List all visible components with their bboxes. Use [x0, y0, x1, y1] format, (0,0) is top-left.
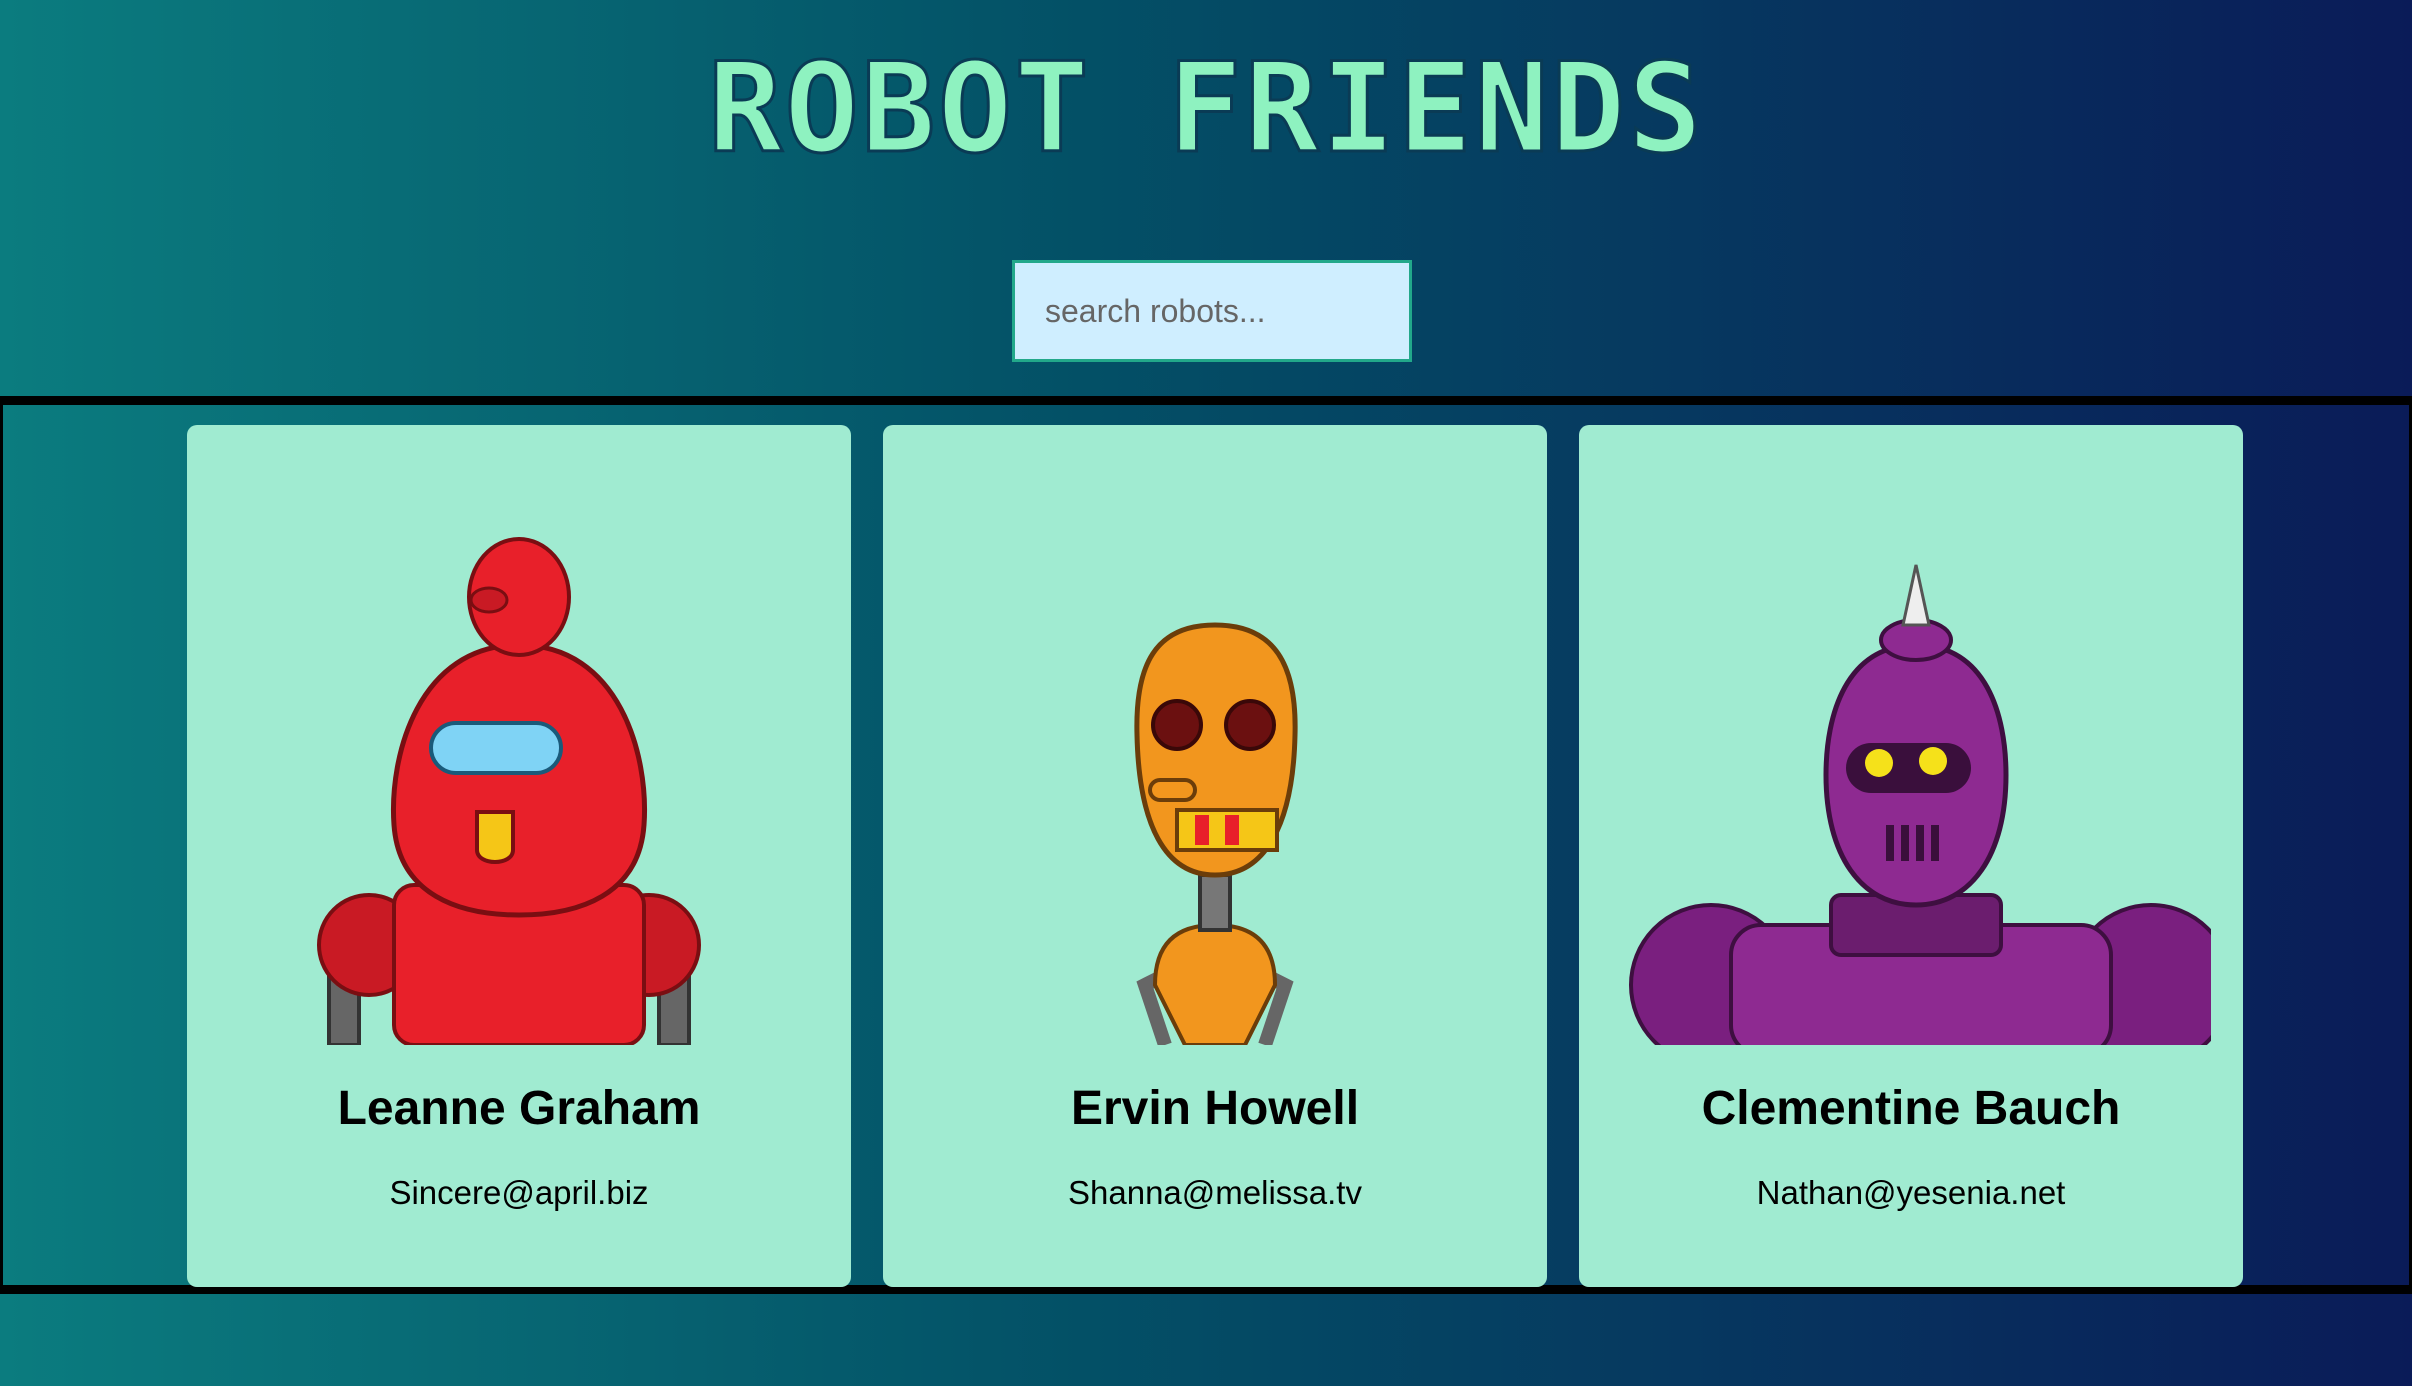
robot-name: Leanne Graham	[337, 1082, 701, 1135]
robot-card: Clementine Bauch Nathan@yesenia.net	[1579, 425, 2243, 1287]
search-input[interactable]	[1012, 260, 1412, 362]
robot-avatar	[915, 425, 1515, 1045]
robot-card: Ervin Howell Shanna@melissa.tv	[883, 425, 1547, 1287]
robot-scroll-area[interactable]: Leanne Graham Sincere@april.biz Ervin Ho…	[0, 396, 2412, 1294]
robot-card: Leanne Graham Sincere@april.biz	[187, 425, 851, 1287]
search-box	[1012, 260, 1412, 362]
robot-email: Sincere@april.biz	[389, 1174, 649, 1211]
robot-avatar	[219, 425, 819, 1045]
page-title: ROBOT FRIENDS	[706, 37, 1705, 181]
header: ROBOT FRIENDS	[0, 44, 2412, 174]
robot-avatar	[1611, 425, 2211, 1045]
robot-name: Clementine Bauch	[1701, 1082, 2121, 1135]
robot-email: Nathan@yesenia.net	[1756, 1174, 2066, 1211]
robot-email: Shanna@melissa.tv	[1068, 1174, 1362, 1211]
robot-name: Ervin Howell	[1070, 1082, 1360, 1135]
card-list: Leanne Graham Sincere@april.biz Ervin Ho…	[187, 425, 2243, 1287]
